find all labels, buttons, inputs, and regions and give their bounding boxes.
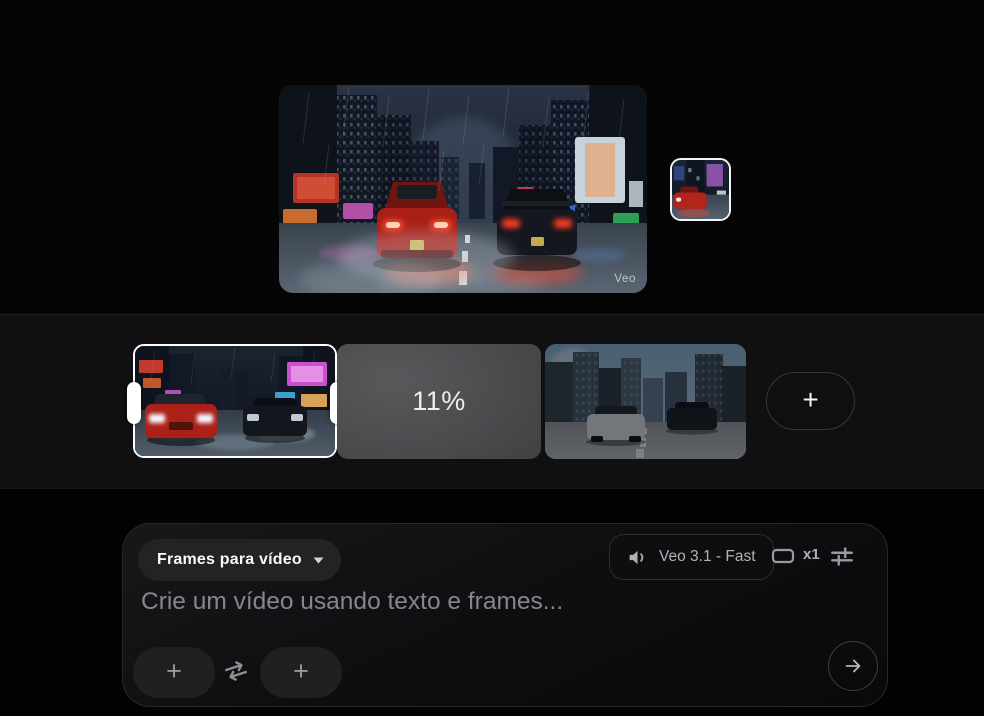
composer-card: Frames para vídeo Veo 3.1 - Fast x1 Crie… bbox=[122, 523, 888, 707]
preview-section: Veo bbox=[0, 0, 984, 314]
plus-icon: + bbox=[293, 656, 309, 686]
plus-icon: + bbox=[166, 656, 182, 686]
main-video[interactable]: Veo bbox=[279, 85, 647, 293]
model-selector-label: Veo 3.1 - Fast bbox=[659, 548, 756, 565]
swap-frames-icon[interactable] bbox=[222, 659, 250, 683]
plus-icon: + bbox=[802, 384, 819, 415]
timeline-clip-day-highway[interactable] bbox=[545, 344, 746, 459]
timeline-section: 11% + bbox=[0, 314, 984, 489]
model-selector[interactable]: Veo 3.1 - Fast bbox=[609, 534, 774, 580]
ingredient-thumbnail[interactable] bbox=[670, 158, 731, 221]
trim-handle-left[interactable] bbox=[127, 382, 141, 424]
add-clip-button[interactable]: + bbox=[766, 372, 855, 430]
timeline-generating-clip[interactable]: 11% bbox=[337, 344, 541, 459]
ingredient-thumbnail-scene bbox=[672, 160, 729, 219]
prompt-input[interactable] bbox=[141, 584, 771, 620]
output-count[interactable]: x1 bbox=[803, 546, 820, 563]
timeline-clip-selected[interactable] bbox=[133, 344, 337, 458]
mode-selector[interactable]: Frames para vídeo bbox=[138, 539, 341, 581]
add-last-frame-button[interactable]: + bbox=[260, 647, 342, 698]
main-video-scene bbox=[279, 85, 647, 293]
mode-selector-label: Frames para vídeo bbox=[157, 551, 302, 568]
app-root: Veo 11% + Frames para vídeo Veo 3.1 - Fa… bbox=[0, 0, 984, 716]
generation-progress-label: 11% bbox=[412, 386, 466, 416]
veo-watermark: Veo bbox=[614, 273, 636, 285]
timeline-clip-3-scene bbox=[545, 344, 746, 459]
timeline-clip-1-scene bbox=[135, 346, 335, 456]
caret-down-icon bbox=[313, 557, 324, 563]
arrow-right-icon bbox=[845, 659, 861, 673]
tune-icon[interactable] bbox=[829, 543, 855, 569]
composer-section: Frames para vídeo Veo 3.1 - Fast x1 Crie… bbox=[0, 489, 984, 716]
send-button[interactable] bbox=[828, 641, 878, 691]
add-first-frame-button[interactable]: + bbox=[133, 647, 215, 698]
aspect-ratio-icon[interactable] bbox=[771, 547, 795, 565]
volume-icon bbox=[629, 550, 644, 564]
